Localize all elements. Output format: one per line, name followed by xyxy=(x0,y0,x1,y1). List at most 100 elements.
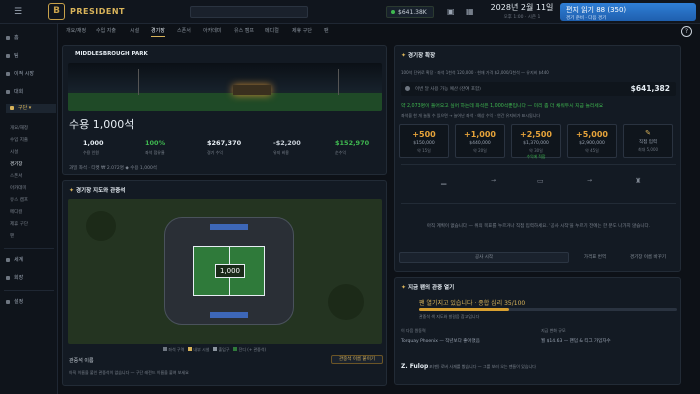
fans-title: 지금 팬의 관중 열기 xyxy=(407,285,455,291)
date-text: 2028년 2월 11일 xyxy=(490,3,554,12)
sidebar-sub-item[interactable]: 시설 xyxy=(10,149,18,155)
legend-swatch xyxy=(188,347,193,351)
sidebar-label: 팀 xyxy=(14,53,19,59)
money-value: $641.38K xyxy=(398,9,427,16)
fans-status: 팬 열기지고 있습니다 · 종합 심리 35/100 xyxy=(419,300,526,307)
stat-value: -$2,200 xyxy=(273,139,301,147)
price-table-button[interactable]: 가격표 번역 xyxy=(573,252,617,263)
menu-icon[interactable]: ☰ xyxy=(14,7,22,17)
sidebar-label: 회장 xyxy=(14,275,24,281)
sidebar-label: 세계 xyxy=(14,257,24,263)
tab-sponsor[interactable]: 스폰서 xyxy=(177,26,191,37)
stands-ring[interactable]: 1,000 xyxy=(164,217,294,325)
seat-block-south[interactable] xyxy=(210,312,248,318)
legend-item: 출입구 xyxy=(218,347,230,352)
option-price: $2,900,000 xyxy=(579,141,605,146)
fan-mood-fill xyxy=(419,308,510,311)
tab-income[interactable]: 수입 지출 xyxy=(96,26,116,37)
player-name[interactable]: Z. Fulop xyxy=(401,363,428,370)
tab-medical[interactable]: 메디컬 xyxy=(265,26,279,37)
money-icon: ▭ xyxy=(537,177,544,185)
tab-youth-camp[interactable]: 유스 캠프 xyxy=(234,26,254,37)
seat-block-north[interactable] xyxy=(210,224,248,230)
help-button[interactable]: ? xyxy=(681,26,692,37)
start-construction-button[interactable]: 공사 시작 xyxy=(399,252,569,263)
trophy-icon: ♜ xyxy=(635,177,642,185)
sidebar-item-club[interactable]: 구단 ▾ xyxy=(6,104,56,113)
option-value: 직접 입력 xyxy=(639,140,657,145)
option-value: +1,000 xyxy=(463,130,496,139)
sidebar-item-competition[interactable]: 대회 xyxy=(6,88,23,95)
club-logo: B xyxy=(48,3,65,20)
sidebar-sub-item[interactable]: 유스 캠프 xyxy=(10,197,28,203)
change-label: 지금 변화 규모 xyxy=(541,328,566,333)
option-value: +2,500 xyxy=(519,130,552,139)
sidebar-item-settings[interactable]: 설정 xyxy=(6,298,23,305)
sidebar-sub-item[interactable]: 스폰서 xyxy=(10,173,22,179)
tab-fans[interactable]: 팬 xyxy=(324,26,329,37)
clubhouse-building xyxy=(233,85,271,95)
tab-stadium[interactable]: 경기장 xyxy=(151,26,165,37)
globe-icon xyxy=(6,257,10,262)
sidebar-label: 대회 xyxy=(14,89,24,95)
expand-option-5000[interactable]: +5,000 $2,900,000 약 45일 xyxy=(567,124,617,158)
sidebar-label: 홈 xyxy=(14,35,19,41)
money-badge: $641.38K xyxy=(386,6,434,18)
continue-button[interactable]: 편지 읽기 88 (350) 경기 준비 · 다음 경기 xyxy=(560,3,696,21)
sidebar-sub-item[interactable]: 메디컬 xyxy=(10,209,22,215)
source-label: 이 다음 원동력 xyxy=(401,328,426,333)
map-legend: 좌석 구역 내부 시설 출입구 잔디 (+ 관중석) xyxy=(163,347,266,353)
stat-label: 유지 비용 xyxy=(273,150,289,155)
sidebar-sub-item[interactable]: 제휴 구단 xyxy=(10,221,28,227)
tab-academy[interactable]: 아카데미 xyxy=(203,26,221,37)
continue-label: 편지 읽기 88 (350) xyxy=(566,6,627,14)
option-detail: 약 45일 xyxy=(585,148,599,153)
stat-label: 경기 수익 xyxy=(207,150,223,155)
pitch-grass xyxy=(68,93,382,111)
expansion-steps: ▁ → ▭ → ♜ xyxy=(401,164,676,204)
sidebar-item-world[interactable]: 세계 xyxy=(6,256,23,263)
top-bar: ☰ B PRESIDENT $641.38K ▣ ▦ 2028년 2월 11일 … xyxy=(0,0,700,24)
stadium-image xyxy=(68,63,382,111)
save-icon[interactable]: ▣ xyxy=(447,7,455,16)
expand-option-2500[interactable]: +2,500 $1,370,000 약 30일 수익에 적합 xyxy=(511,124,561,159)
sidebar-item-transfer[interactable]: 이적 시장 xyxy=(6,70,34,77)
floodlight-pole xyxy=(338,69,339,95)
tab-overview[interactable]: 개요/재정 xyxy=(66,26,86,37)
expand-option-1000[interactable]: +1,000 $440,000 약 20일 xyxy=(455,124,505,158)
arrow-icon: → xyxy=(491,177,497,184)
sidebar-item-president[interactable]: 회장 xyxy=(6,274,23,281)
tab-facilities[interactable]: 시설 xyxy=(130,26,139,37)
sidebar-label: 이적 시장 xyxy=(14,71,34,77)
calendar-icon[interactable]: ▦ xyxy=(466,7,474,16)
club-icon xyxy=(10,105,14,110)
sidebar-sub-item-stadium[interactable]: 경기장 xyxy=(10,161,22,167)
fans-header: ✦ 지금 팬의 관중 열기 xyxy=(401,283,454,291)
stadium-map: 1,000 xyxy=(68,199,382,344)
president-icon xyxy=(6,275,10,280)
sidebar-sub-item[interactable]: 팬 xyxy=(10,233,14,239)
sidebar-sub-item[interactable]: 수입 지출 xyxy=(10,137,28,143)
search-input[interactable] xyxy=(190,6,308,18)
sidebar-sub-item[interactable]: 개요/재정 xyxy=(10,125,28,131)
sidebar-sub-item[interactable]: 아카데미 xyxy=(10,185,27,191)
expand-option-500[interactable]: +500 $150,000 약 15일 xyxy=(399,124,449,158)
rename-stand-button[interactable]: 관중석 이름 붙이기 xyxy=(331,355,383,364)
team-icon xyxy=(6,53,10,58)
stat-value: 1,000 xyxy=(83,139,104,147)
gear-icon xyxy=(6,299,10,304)
legend-swatch xyxy=(233,347,238,351)
floodlight-pole xyxy=(138,69,139,95)
sidebar-item-home[interactable]: 홈 xyxy=(6,34,19,41)
expansion-panel: ✦ 경기장 확장 100석 단위로 확장 · 좌석 1천석 120,000 · … xyxy=(394,45,681,272)
stat-label: 수용 인원 xyxy=(83,150,99,155)
expand-option-custom[interactable]: ✎ 직접 입력 최대 5,000 xyxy=(623,124,673,158)
player-note: 포(팬) 로버 사재를 봤습니다 — 그를 보러 오는 팬들이 있습니다 xyxy=(429,364,536,369)
trophy-icon xyxy=(6,89,10,94)
option-price: $1,370,000 xyxy=(523,141,549,146)
tab-affiliate[interactable]: 제휴 구단 xyxy=(292,26,312,37)
sidebar-item-team[interactable]: 팀 xyxy=(6,52,19,59)
sidebar-divider xyxy=(4,290,54,291)
option-value: +500 xyxy=(412,130,436,139)
rename-stadium-button[interactable]: 경기장 이름 바꾸기 xyxy=(619,252,677,263)
